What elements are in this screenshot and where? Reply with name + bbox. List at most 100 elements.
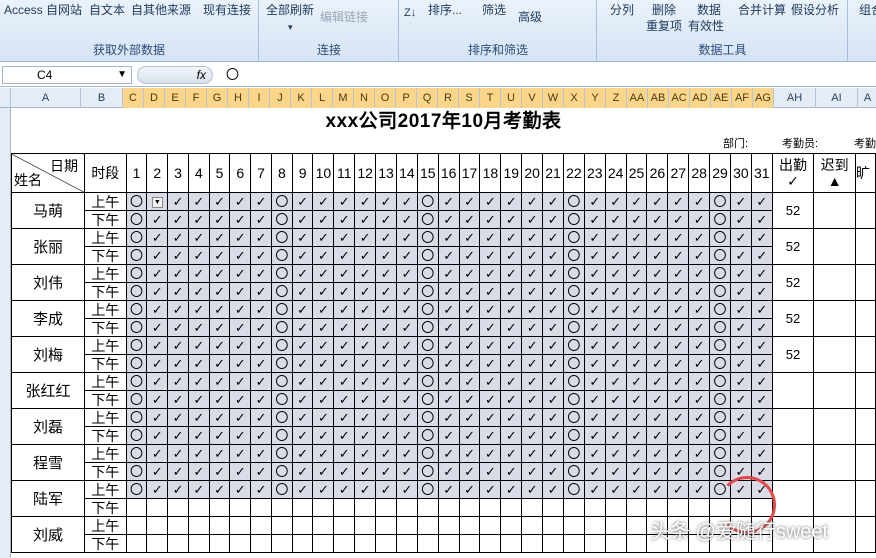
attendance-cell[interactable]: ✓: [729, 210, 752, 229]
attendance-cell[interactable]: ✓: [395, 336, 418, 355]
attendance-cell[interactable]: ✓: [729, 318, 752, 337]
late-count[interactable]: [813, 264, 856, 301]
attendance-cell[interactable]: ✓: [625, 228, 648, 247]
attendance-cell[interactable]: ✓: [646, 462, 669, 481]
attendance-cell[interactable]: ✓: [167, 354, 189, 373]
attendance-cell[interactable]: ✓: [354, 336, 377, 355]
attendance-cell[interactable]: ✓: [604, 354, 627, 373]
attendance-cell[interactable]: ✓: [437, 192, 460, 211]
attendance-cell[interactable]: ✓: [667, 408, 690, 427]
header-day[interactable]: 15: [416, 153, 439, 193]
attendance-cell[interactable]: ✓: [167, 300, 189, 319]
column-header[interactable]: Q: [417, 88, 438, 108]
attendance-cell[interactable]: ✓: [354, 480, 377, 499]
attendance-cell[interactable]: ✓: [688, 390, 711, 409]
attendance-cell[interactable]: ✓: [208, 282, 231, 301]
header-day[interactable]: 20: [521, 153, 544, 193]
attendance-cell[interactable]: ✓: [354, 282, 377, 301]
attendance-cell[interactable]: ✓: [667, 462, 690, 481]
attendance-cell[interactable]: 〇: [416, 390, 439, 409]
attendance-cell[interactable]: 〇: [125, 480, 148, 499]
attendance-cell[interactable]: ✓: [500, 192, 523, 211]
attendance-cell[interactable]: ✓: [375, 300, 397, 319]
attendance-cell[interactable]: ✓: [333, 210, 356, 229]
attendance-cell[interactable]: ✓: [458, 408, 481, 427]
attendance-cell[interactable]: ✓: [208, 336, 231, 355]
attendance-cell[interactable]: ✓: [395, 318, 418, 337]
period-label[interactable]: 上午: [84, 516, 127, 535]
attendance-cell[interactable]: [521, 534, 544, 553]
attendance-cell[interactable]: ✓: [146, 480, 169, 499]
attendance-cell[interactable]: [270, 516, 293, 535]
attendance-cell[interactable]: 〇: [416, 372, 439, 391]
attendance-cell[interactable]: ✓: [646, 246, 669, 265]
attendance-cell[interactable]: ✓: [750, 246, 773, 265]
attendance-cell[interactable]: ✓: [667, 300, 690, 319]
attendance-cell[interactable]: ✓: [208, 228, 231, 247]
attendance-cell[interactable]: ✓: [646, 336, 669, 355]
attendance-cell[interactable]: ✓: [312, 228, 335, 247]
attendance-cell[interactable]: ✓: [500, 210, 523, 229]
attendance-cell[interactable]: [291, 498, 314, 517]
attendance-cell[interactable]: ✓: [312, 192, 335, 211]
attendance-cell[interactable]: ✓: [312, 480, 335, 499]
attendance-cell[interactable]: ✓: [458, 264, 481, 283]
period-label[interactable]: 下午: [84, 390, 127, 409]
attendance-cell[interactable]: ✓: [167, 318, 189, 337]
attendance-cell[interactable]: ✓: [229, 462, 252, 481]
attendance-cell[interactable]: ✓: [291, 462, 314, 481]
attendance-cell[interactable]: ✓: [437, 390, 460, 409]
attendance-cell[interactable]: ✓: [500, 408, 523, 427]
attendance-cell[interactable]: ✓: [146, 426, 169, 445]
attendance-cell[interactable]: [375, 534, 397, 553]
attendance-cell[interactable]: ✓: [187, 462, 210, 481]
attendance-cell[interactable]: ✓: [208, 246, 231, 265]
attendance-cell[interactable]: 〇: [416, 318, 439, 337]
attendance-cell[interactable]: 〇: [416, 354, 439, 373]
absent-count[interactable]: [854, 264, 876, 301]
select-all-corner[interactable]: [0, 88, 11, 108]
attendance-count[interactable]: [771, 480, 815, 517]
column-header[interactable]: J: [270, 88, 291, 108]
attendance-cell[interactable]: ✓: [208, 264, 231, 283]
attendance-cell[interactable]: [187, 516, 210, 535]
attendance-cell[interactable]: [333, 534, 356, 553]
attendance-cell[interactable]: ✓: [542, 354, 564, 373]
attendance-cell[interactable]: [229, 534, 252, 553]
attendance-cell[interactable]: [291, 516, 314, 535]
attendance-cell[interactable]: ✓: [250, 318, 272, 337]
formula-input[interactable]: 〇: [226, 66, 239, 84]
attendance-cell[interactable]: ✓: [437, 462, 460, 481]
attendance-cell[interactable]: ✓: [395, 426, 418, 445]
attendance-cell[interactable]: ✓: [146, 300, 169, 319]
attendance-cell[interactable]: ✓: [667, 228, 690, 247]
attendance-cell[interactable]: [395, 516, 418, 535]
attendance-cell[interactable]: ✓: [458, 318, 481, 337]
attendance-cell[interactable]: 〇: [709, 318, 731, 337]
attendance-cell[interactable]: ✓: [500, 390, 523, 409]
attendance-cell[interactable]: ✓: [667, 192, 690, 211]
attendance-cell[interactable]: ✓: [291, 318, 314, 337]
absent-count[interactable]: [854, 228, 876, 265]
attendance-cell[interactable]: ✓: [354, 444, 377, 463]
edit-links-button[interactable]: 编辑链接: [320, 10, 368, 24]
attendance-cell[interactable]: 〇: [709, 192, 731, 211]
attendance-cell[interactable]: 〇: [416, 264, 439, 283]
attendance-cell[interactable]: ✓: [167, 282, 189, 301]
attendance-cell[interactable]: ✓: [333, 372, 356, 391]
attendance-cell[interactable]: [312, 498, 335, 517]
late-count[interactable]: [813, 444, 856, 481]
attendance-cell[interactable]: ✓: [729, 408, 752, 427]
attendance-cell[interactable]: ✓: [625, 354, 648, 373]
attendance-cell[interactable]: [250, 534, 272, 553]
attendance-cell[interactable]: 〇: [562, 390, 585, 409]
attendance-cell[interactable]: 〇: [416, 480, 439, 499]
attendance-cell[interactable]: 〇: [562, 318, 585, 337]
attendance-cell[interactable]: ✓: [667, 264, 690, 283]
attendance-cell[interactable]: ✓: [729, 300, 752, 319]
advanced-filter-button[interactable]: 高级: [518, 10, 542, 24]
attendance-cell[interactable]: 〇: [125, 426, 148, 445]
attendance-cell[interactable]: ✓: [500, 246, 523, 265]
attendance-cell[interactable]: ✓: [479, 318, 502, 337]
attendance-cell[interactable]: ✓: [229, 282, 252, 301]
